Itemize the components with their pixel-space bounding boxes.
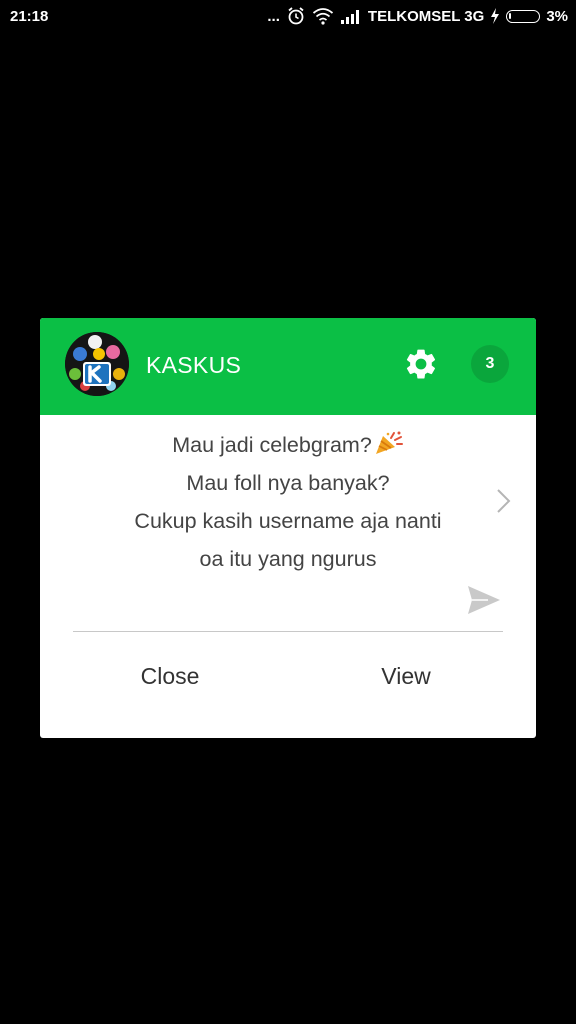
battery-icon <box>506 9 541 23</box>
message-line: Cukup kasih username aja nanti <box>134 509 442 533</box>
more-notifications-icon: ... <box>267 7 280 25</box>
message-line-text: Mau jadi celebgram? <box>172 433 372 457</box>
message-line: oa itu yang ngurus <box>199 547 377 571</box>
alarm-icon <box>288 7 304 25</box>
close-button[interactable]: Close <box>70 663 270 690</box>
status-time: 21:18 <box>10 8 49 25</box>
wifi-icon <box>312 8 333 25</box>
message-line: Mau foll nya banyak? <box>186 471 390 495</box>
settings-button[interactable] <box>403 346 439 382</box>
app-name: KASKUS <box>146 352 242 378</box>
charging-icon <box>491 8 500 24</box>
notification-dialog: KASKUS 3 Mau jadi celebgram? Mau foll ny… <box>40 318 536 738</box>
kaskus-logo-avatar <box>65 332 129 396</box>
carrier-label: TELKOMSEL 3G <box>367 7 485 25</box>
status-icons: ... TELKOMSEL 3G 3% <box>267 6 568 26</box>
chevron-right-icon[interactable] <box>495 488 513 514</box>
message-line: Mau jadi celebgram? <box>80 426 496 464</box>
notification-count-badge: 3 <box>471 345 509 383</box>
status-bar: 21:18 ... TELKOMSEL 3G 3% <box>0 0 576 34</box>
signal-icon <box>340 10 359 24</box>
party-popper-icon <box>375 431 403 454</box>
send-icon[interactable] <box>466 584 502 616</box>
dialog-header: KASKUS 3 <box>40 318 536 415</box>
gear-icon <box>406 349 436 379</box>
notification-message[interactable]: Mau jadi celebgram? Mau foll nya banyak?… <box>80 426 496 578</box>
battery-percent: 3% <box>546 7 568 25</box>
view-button[interactable]: View <box>306 663 506 690</box>
reply-divider <box>73 631 503 632</box>
